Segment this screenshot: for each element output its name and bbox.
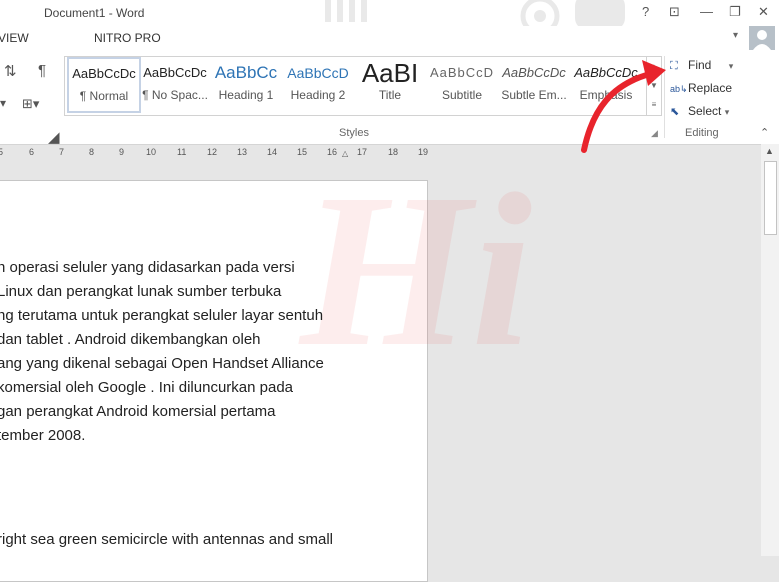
restore-button[interactable]: ❐ xyxy=(729,4,741,20)
ribbon-display-options-button[interactable]: ⊡ xyxy=(669,4,680,20)
document-line: Linux dan perangkat lunak sumber terbuka xyxy=(0,283,282,300)
style-name: Title xyxy=(378,88,402,102)
ribbon-tabs: VIEW NITRO PRO ▾ xyxy=(0,26,779,50)
style-name: Heading 2 xyxy=(290,88,346,102)
help-button[interactable]: ? xyxy=(642,4,649,19)
sort-icon[interactable]: ⇅ xyxy=(4,62,17,80)
document-line: ang yang dikenal sebagai Open Handset Al… xyxy=(0,355,324,372)
paragraph-group-partial: ⇅ ¶ ▾ ⊞▾ ◢ xyxy=(0,56,62,146)
paragraph-dialog-launcher-icon[interactable]: ◢ xyxy=(48,128,60,146)
style-title[interactable]: AaBI Title xyxy=(355,58,425,112)
minimize-button[interactable]: — xyxy=(700,4,713,19)
select-label: Select xyxy=(688,104,722,118)
style-normal[interactable]: AaBbCcDc ¶ Normal xyxy=(67,57,141,113)
window-title: Document1 - Word xyxy=(44,6,145,20)
ruler-tick: 11 xyxy=(177,147,187,157)
find-label: Find xyxy=(688,58,712,72)
show-formatting-icon[interactable]: ¶ xyxy=(38,62,46,79)
style-preview: AaBbCcD xyxy=(429,65,495,80)
replace-label: Replace xyxy=(688,81,733,95)
account-dropdown-icon[interactable]: ▾ xyxy=(733,30,738,41)
ruler-tick: 8 xyxy=(89,147,95,157)
document-line: komersial oleh Google . Ini diluncurkan … xyxy=(0,379,294,396)
style-name: Subtle Em... xyxy=(501,88,567,102)
style-heading-2[interactable]: AaBbCcD Heading 2 xyxy=(283,58,353,112)
ruler-tick: 7 xyxy=(59,147,65,157)
document-line: tember 2008. xyxy=(0,427,86,444)
document-line: dan tablet . Android dikembangkan oleh xyxy=(0,331,261,348)
style-no-spacing[interactable]: AaBbCcDc ¶ No Spac... xyxy=(140,58,210,112)
ruler-tick: 6 xyxy=(29,147,35,157)
ruler-tick: 12 xyxy=(207,147,218,157)
style-preview: AaBbCcDc xyxy=(72,66,136,81)
ruler-tick: 14 xyxy=(267,147,278,157)
ruler-tick: 10 xyxy=(146,147,157,157)
document-line: right sea green semicircle with antennas… xyxy=(0,531,333,548)
style-subtle-emphasis[interactable]: AaBbCcDc Subtle Em... xyxy=(499,58,569,112)
shading-icon[interactable]: ▾ xyxy=(0,96,6,110)
style-name: Heading 1 xyxy=(218,88,274,102)
style-preview: AaBbCc xyxy=(214,63,278,82)
user-icon xyxy=(753,30,771,50)
style-preview: AaBbCcD xyxy=(287,65,349,81)
style-preview: AaBbCcDc xyxy=(502,65,566,80)
editing-group-label: Editing xyxy=(685,127,719,139)
style-name: Subtitle xyxy=(441,88,483,102)
close-button[interactable]: ✕ xyxy=(758,4,769,20)
styles-group-label: Styles xyxy=(339,127,369,139)
document-line: ng terutama untuk perangkat seluler laya… xyxy=(0,307,324,324)
ruler-tick: 9 xyxy=(119,147,125,157)
scrollbar-thumb[interactable] xyxy=(764,161,777,235)
ruler-tick: 13 xyxy=(237,147,248,157)
style-name: ¶ No Spac... xyxy=(142,88,208,102)
vertical-scrollbar[interactable]: ▲ xyxy=(761,144,779,556)
tab-view[interactable]: VIEW xyxy=(0,31,29,45)
avatar[interactable] xyxy=(749,26,775,50)
style-subtitle[interactable]: AaBbCcD Subtitle xyxy=(427,58,497,112)
borders-icon[interactable]: ⊞▾ xyxy=(22,96,39,112)
style-preview: AaBbCcDc xyxy=(143,65,207,80)
style-name: ¶ Normal xyxy=(79,89,129,103)
document-line: gan perangkat Android komersial pertama xyxy=(0,403,276,420)
scroll-up-arrow-icon[interactable]: ▲ xyxy=(765,146,774,156)
select-dropdown-icon[interactable]: ▾ xyxy=(725,107,730,117)
tab-nitro-pro[interactable]: NITRO PRO xyxy=(94,31,161,45)
style-preview: AaBI xyxy=(361,58,419,88)
watermark-logo: Hi xyxy=(300,148,533,392)
find-dropdown-icon[interactable]: ▾ xyxy=(729,61,734,71)
collapse-ribbon-icon[interactable]: ⌃ xyxy=(760,126,769,139)
ruler-tick: 5 xyxy=(0,147,4,157)
document-line: n operasi seluler yang didasarkan pada v… xyxy=(0,259,295,276)
title-bar: Document1 - Word ? ⊡ — ❐ ✕ xyxy=(0,0,779,34)
annotation-arrow xyxy=(581,60,666,153)
style-heading-1[interactable]: AaBbCc Heading 1 xyxy=(211,58,281,112)
